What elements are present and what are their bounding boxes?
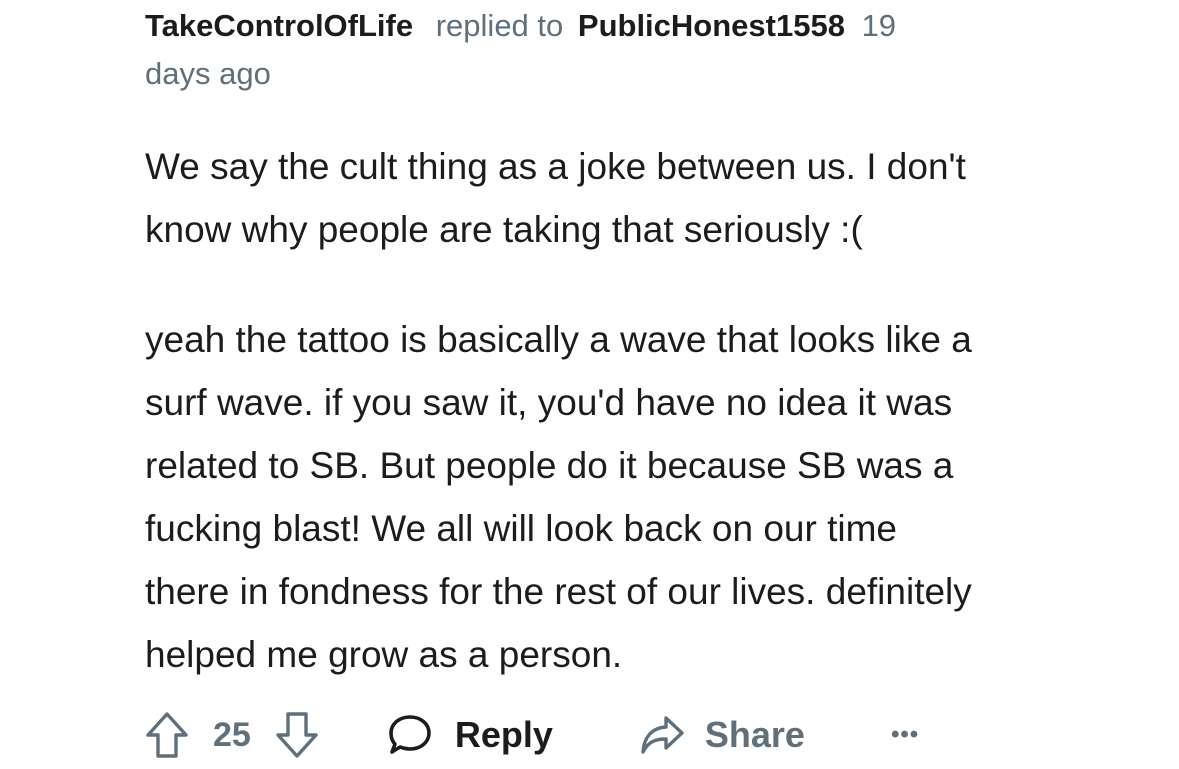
reply-button[interactable]: Reply [387, 713, 553, 757]
share-button[interactable]: Share [639, 714, 805, 756]
comment-paragraph-1: We say the cult thing as a joke between … [145, 135, 1145, 261]
share-arrow-icon [639, 714, 685, 756]
reply-label: Reply [454, 714, 553, 755]
comment-age-number: 19 [861, 8, 897, 43]
comment-author[interactable]: TakeControlOfLife [145, 8, 413, 43]
more-options-button[interactable]: ••• [891, 721, 919, 749]
replied-to-text: replied to [435, 8, 564, 43]
share-label: Share [704, 714, 805, 755]
comment-line: yeah the tattoo is basically a wave that… [145, 319, 972, 360]
arrow-up-icon[interactable] [145, 711, 189, 759]
comment-line: related to SB. But people do it because … [145, 445, 954, 486]
comment-line: there in fondness for the rest of our li… [145, 571, 972, 612]
vote-count: 25 [213, 715, 251, 754]
comment-age-unit: days ago [145, 56, 271, 91]
arrow-down-icon[interactable] [275, 711, 319, 759]
comment-line: helped me grow as a person. [145, 634, 623, 675]
replied-to-user[interactable]: PublicHonest1558 [578, 8, 845, 43]
comment: TakeControlOfLife replied to PublicHones… [145, 0, 1145, 686]
comment-meta: TakeControlOfLife replied to PublicHones… [145, 0, 1145, 98]
speech-bubble-icon [387, 713, 433, 757]
comment-actions: 25 Reply Share ••• [145, 705, 919, 765]
comment-line: know why people are taking that seriousl… [145, 209, 863, 250]
comment-line: surf wave. if you saw it, you'd have no … [145, 382, 953, 423]
comment-line: We say the cult thing as a joke between … [145, 146, 966, 187]
comment-paragraph-2: yeah the tattoo is basically a wave that… [145, 308, 1145, 686]
comment-line: fucking blast! We all will look back on … [145, 508, 897, 549]
